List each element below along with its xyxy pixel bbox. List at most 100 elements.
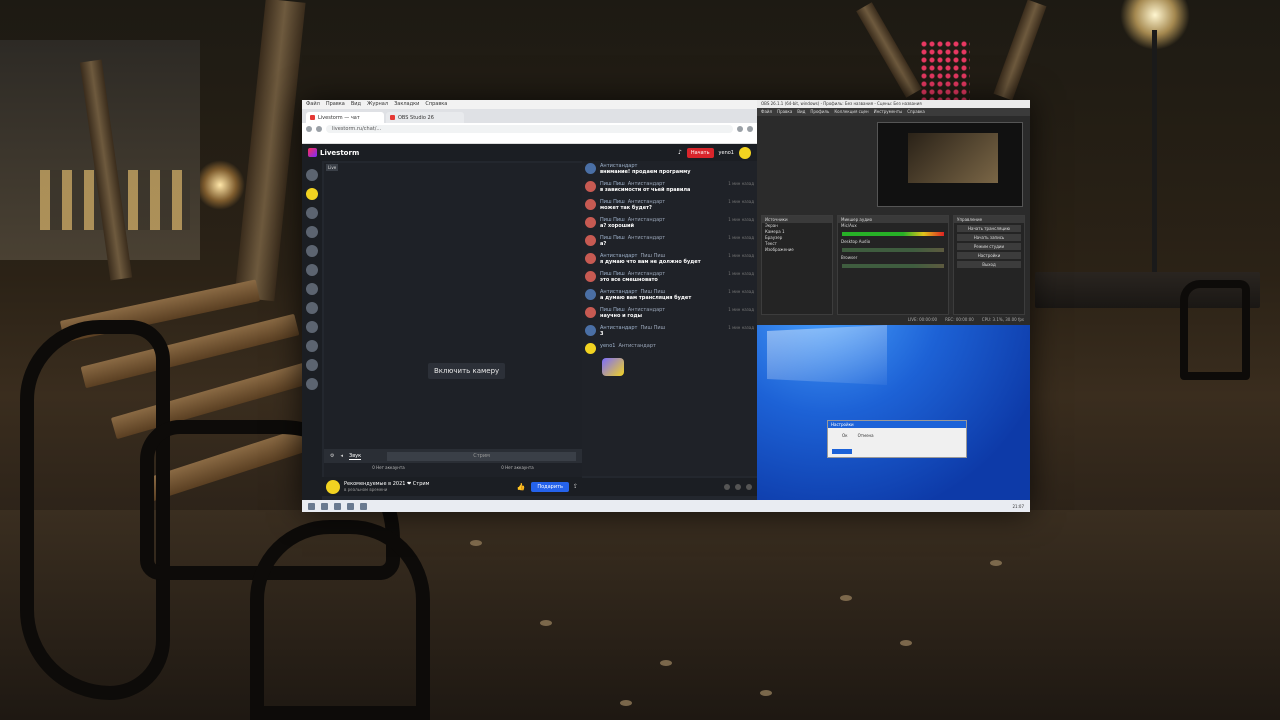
bell-icon[interactable]: ♪	[678, 149, 682, 156]
menu-item[interactable]: Правка	[326, 101, 345, 108]
rail-icon[interactable]	[306, 302, 318, 314]
chat-input-bar[interactable]	[582, 478, 757, 496]
smiley-icon[interactable]	[306, 188, 318, 200]
rail-icon[interactable]	[306, 321, 318, 333]
menu-item[interactable]: Закладки	[394, 101, 419, 108]
avatar[interactable]	[585, 163, 596, 174]
avatar[interactable]	[585, 235, 596, 246]
profile-icon[interactable]	[747, 126, 753, 132]
avatar[interactable]	[585, 253, 596, 264]
send-icon[interactable]	[746, 484, 752, 490]
rail-icon[interactable]	[306, 378, 318, 390]
obs-menu-item[interactable]: Файл	[761, 109, 772, 115]
chat-message: yeno1 Антистандарт	[582, 341, 757, 356]
menu-item[interactable]: Файл	[306, 101, 320, 108]
menu-item[interactable]: Справка	[425, 101, 447, 108]
obs-sources-panel: Источники Экран Камера 1 Браузер Текст И…	[761, 215, 833, 315]
rail-icon[interactable]	[306, 245, 318, 257]
header-actions: ♪ Начать yeno1	[678, 146, 751, 159]
message-time: 1 мин назад	[728, 271, 754, 276]
obs-taskbar-icon[interactable]	[347, 502, 354, 510]
browser-tab-strip: Livestorm — чат OBS Studio 26	[302, 109, 757, 123]
dialog-field[interactable]: Отмена	[858, 433, 874, 438]
video-tabs: ⚙ ◂ Звук Стрим	[324, 449, 582, 463]
avatar[interactable]	[739, 146, 751, 159]
gift-button[interactable]: Подарить	[531, 481, 569, 492]
dialog-field[interactable]: Ок	[842, 433, 848, 438]
message-author[interactable]: yeno1	[600, 343, 615, 349]
obs-menu-bar: Файл Правка Вид Профиль Коллекция сцен И…	[757, 108, 1030, 116]
obs-menu-item[interactable]: Вид	[797, 109, 805, 115]
avatar[interactable]	[585, 181, 596, 192]
url-input[interactable]: livestorm.ru/chat/...	[326, 125, 733, 133]
leaf	[900, 640, 912, 646]
start-stream-button[interactable]: Начать трансляцию	[957, 225, 1021, 232]
message-author[interactable]: Антистандарт	[600, 325, 637, 331]
start-menu-icon[interactable]	[308, 502, 315, 510]
sound-icon[interactable]: ◂	[340, 453, 343, 459]
stream-info: Рекомендуемые в 2021 ❤ Стрим в реальном …	[344, 481, 429, 492]
message-reply-to: Антистандарт	[618, 343, 656, 349]
browser-taskbar-icon[interactable]	[334, 502, 341, 510]
rail-icon[interactable]	[306, 264, 318, 276]
exit-button[interactable]: Выход	[957, 261, 1021, 268]
extension-icon[interactable]	[737, 126, 743, 132]
studio-mode-button[interactable]: Режим студии	[957, 243, 1021, 250]
avatar[interactable]	[585, 289, 596, 300]
emoji-icon[interactable]	[724, 484, 730, 490]
menu-item[interactable]: Вид	[351, 101, 361, 108]
obs-menu-item[interactable]: Коллекция сцен	[834, 109, 868, 115]
message-text: я думаю что вам не должно будет	[600, 259, 701, 265]
rail-icon[interactable]	[306, 169, 318, 181]
rail-icon[interactable]	[306, 226, 318, 238]
rail-icon[interactable]	[306, 359, 318, 371]
rail-icon[interactable]	[306, 207, 318, 219]
reload-icon[interactable]	[316, 126, 322, 132]
start-recording-button[interactable]: Начать запись	[957, 234, 1021, 241]
thumbs-up-icon[interactable]: 👍	[517, 483, 526, 491]
status-rec: REC: 00:00:00	[945, 317, 974, 322]
obs-menu-item[interactable]: Правка	[777, 109, 792, 115]
start-button[interactable]: Начать	[686, 147, 714, 158]
chat-message: Антистандарт внимание! продаем программу	[582, 161, 757, 177]
stream-footer: Рекомендуемые в 2021 ❤ Стрим в реальном …	[322, 477, 582, 496]
enable-camera-button[interactable]: Включить камеру	[428, 363, 506, 379]
avatar[interactable]	[585, 271, 596, 282]
message-text: а? хороший	[600, 223, 635, 229]
obs-menu-item[interactable]: Профиль	[810, 109, 829, 115]
rail-icon[interactable]	[306, 340, 318, 352]
source-item[interactable]: Изображение	[762, 247, 832, 253]
search-icon[interactable]	[321, 502, 328, 510]
settings-button[interactable]: Настройки	[957, 252, 1021, 259]
rail-icon[interactable]	[306, 283, 318, 295]
message-time: 1 мин назад	[728, 253, 754, 258]
obs-menu-item[interactable]: Инструменты	[874, 109, 903, 115]
viewer-counts: 0 Нет аккаунта 0 Нет аккаунта	[324, 465, 582, 470]
chat-message: Антистандарт Пиш Пиш 1 мин назад 3	[582, 323, 757, 339]
gift-icon[interactable]	[735, 484, 741, 490]
avatar[interactable]	[585, 217, 596, 228]
audio-meter	[842, 248, 944, 252]
tab-label: Livestorm — чат	[318, 114, 360, 121]
status-live: LIVE: 00:00:00	[907, 317, 938, 322]
avatar[interactable]	[585, 325, 596, 336]
stream-tab[interactable]: Стрим	[387, 451, 576, 461]
browser-tab[interactable]: OBS Studio 26	[386, 112, 464, 123]
message-body: Пиш Пиш Антистандарт 1 мин назад научно и г…	[600, 307, 754, 319]
back-icon[interactable]	[306, 126, 312, 132]
folder-icon[interactable]	[360, 502, 367, 510]
leaf	[470, 540, 482, 546]
obs-preview[interactable]	[877, 122, 1023, 207]
avatar[interactable]	[585, 343, 596, 354]
share-icon[interactable]: ⇪	[573, 483, 578, 490]
obs-menu-item[interactable]: Справка	[907, 109, 925, 115]
browser-tab-active[interactable]: Livestorm — чат	[306, 112, 384, 123]
channel-avatar[interactable]	[326, 479, 340, 494]
dialog-button[interactable]	[832, 449, 852, 454]
app-logo[interactable]: Livestorm	[308, 148, 359, 157]
settings-icon[interactable]: ⚙	[330, 453, 334, 459]
menu-item[interactable]: Журнал	[367, 101, 388, 108]
tab-sound[interactable]: Звук	[349, 453, 362, 460]
avatar[interactable]	[585, 307, 596, 318]
avatar[interactable]	[585, 199, 596, 210]
